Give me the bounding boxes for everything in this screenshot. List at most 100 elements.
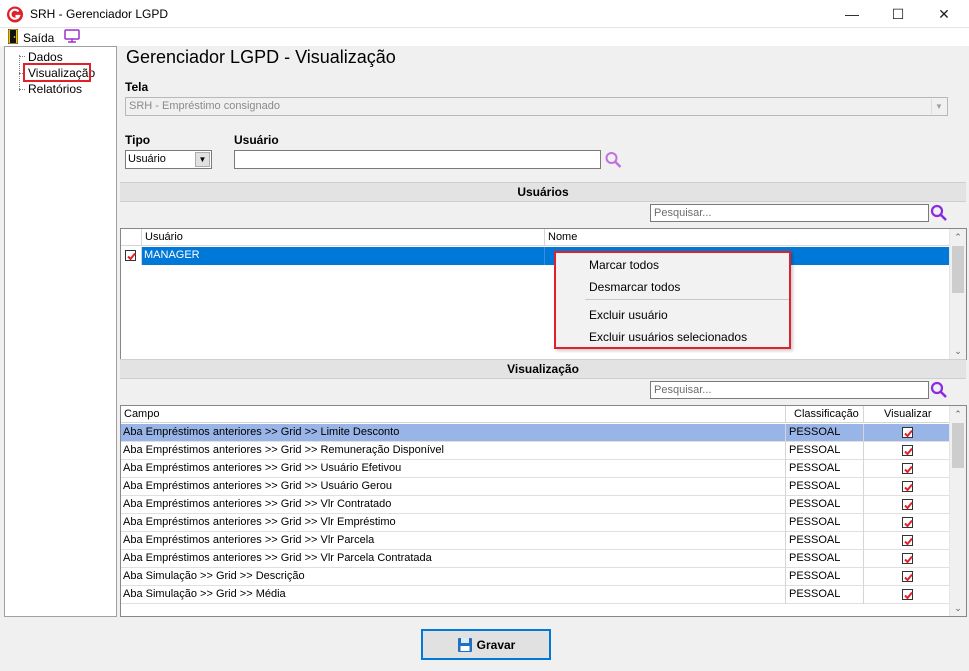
tree-item-relatorios[interactable]: Relatórios [28, 82, 82, 96]
row-visualizar-cell[interactable] [864, 478, 949, 496]
table-row[interactable]: Aba Empréstimos anteriores >> Grid >> Us… [121, 460, 949, 478]
checkbox-checked-icon[interactable] [902, 553, 913, 564]
row-campo: Aba Simulação >> Grid >> Média [121, 586, 786, 604]
tela-select[interactable]: SRH - Empréstimo consignado ▼ [125, 97, 948, 116]
window-title: SRH - Gerenciador LGPD [30, 7, 169, 21]
close-icon: ✕ [938, 5, 950, 22]
tree-connector [19, 89, 25, 90]
row-classificacao: PESSOAL [786, 478, 864, 496]
view-search-icon[interactable] [930, 381, 948, 399]
checkbox-checked-icon[interactable] [902, 589, 913, 600]
row-campo: Aba Empréstimos anteriores >> Grid >> Li… [121, 424, 786, 442]
tree-connector [19, 56, 25, 57]
floppy-disk-icon [457, 637, 472, 652]
menu-item-marcar-todos[interactable]: Marcar todos [589, 258, 659, 272]
table-row[interactable]: Aba Empréstimos anteriores >> Grid >> Li… [121, 424, 949, 442]
close-button[interactable]: ✕ [921, 0, 967, 28]
app-logo-icon [7, 6, 23, 23]
tela-select-value: SRH - Empréstimo consignado [129, 100, 281, 112]
row-visualizar-cell[interactable] [864, 532, 949, 550]
checkbox-checked-icon[interactable] [125, 250, 136, 261]
users-search-icon[interactable] [930, 204, 948, 222]
maximize-button[interactable]: ☐ [875, 0, 921, 28]
menu-item-desmarcar-todos[interactable]: Desmarcar todos [589, 280, 680, 294]
usuario-search-icon[interactable] [604, 151, 623, 169]
users-search-input[interactable]: Pesquisar... [650, 204, 929, 222]
users-scrollbar[interactable]: ⌃ ⌄ [949, 229, 966, 359]
table-row[interactable]: Aba Empréstimos anteriores >> Grid >> Us… [121, 478, 949, 496]
table-row[interactable]: Aba Simulação >> Grid >> Descrição PESSOA… [121, 568, 949, 586]
users-grid-header: Usuário Nome [121, 229, 950, 246]
table-row[interactable]: Aba Empréstimos anteriores >> Grid >> Vl… [121, 496, 949, 514]
row-visualizar-cell[interactable] [864, 496, 949, 514]
row-visualizar-cell[interactable] [864, 568, 949, 586]
selection-highlight [23, 63, 91, 82]
menu-item-excluir-selecionados[interactable]: Excluir usuários selecionados [589, 330, 747, 344]
users-section-header: Usuários [120, 182, 966, 202]
row-campo: Aba Empréstimos anteriores >> Grid >> Vl… [121, 532, 786, 550]
row-classificacao: PESSOAL [786, 442, 864, 460]
checkbox-checked-icon[interactable] [902, 445, 913, 456]
view-col-campo[interactable]: Campo [121, 406, 786, 423]
menu-exit[interactable]: Saída [23, 31, 54, 45]
view-grid-header: Campo Classificação Visualizar [121, 406, 950, 423]
users-col-usuario[interactable]: Usuário [142, 229, 545, 246]
row-visualizar-cell[interactable] [864, 586, 949, 604]
table-row[interactable]: Aba Simulação >> Grid >> Média PESSOAL [121, 586, 949, 604]
tipo-label: Tipo [125, 133, 151, 147]
menu-item-excluir-usuario[interactable]: Excluir usuário [589, 308, 668, 322]
checkbox-checked-icon[interactable] [902, 481, 913, 492]
view-grid: Campo Classificação Visualizar Aba Empré… [120, 405, 967, 617]
row-classificacao: PESSOAL [786, 586, 864, 604]
checkbox-checked-icon[interactable] [902, 535, 913, 546]
scroll-thumb[interactable] [952, 423, 964, 468]
checkbox-checked-icon[interactable] [902, 427, 913, 438]
save-button[interactable]: Gravar [421, 629, 551, 660]
table-row[interactable]: Aba Empréstimos anteriores >> Grid >> Re… [121, 442, 949, 460]
scroll-up-icon[interactable]: ⌃ [950, 229, 966, 245]
users-grid: Usuário Nome MANAGER ⌃ ⌄ [120, 228, 967, 360]
row-classificacao: PESSOAL [786, 514, 864, 532]
chevron-down-icon: ▼ [931, 99, 946, 114]
navigation-tree [4, 46, 117, 617]
usuario-input[interactable] [234, 150, 601, 169]
scroll-up-icon[interactable]: ⌃ [950, 406, 966, 422]
row-visualizar-cell[interactable] [864, 442, 949, 460]
minimize-button[interactable]: — [829, 0, 875, 28]
row-visualizar-cell[interactable] [864, 424, 949, 442]
monitor-icon[interactable] [64, 29, 80, 43]
view-search-input[interactable]: Pesquisar... [650, 381, 929, 399]
table-row[interactable]: Aba Empréstimos anteriores >> Grid >> Vl… [121, 550, 949, 568]
row-campo: Aba Empréstimos anteriores >> Grid >> Us… [121, 478, 786, 496]
scroll-thumb[interactable] [952, 246, 964, 293]
scroll-down-icon[interactable]: ⌄ [950, 600, 966, 616]
row-classificacao: PESSOAL [786, 424, 864, 442]
row-campo: Aba Simulação >> Grid >> Descrição [121, 568, 786, 586]
tree-item-dados[interactable]: Dados [28, 50, 63, 64]
checkbox-checked-icon[interactable] [902, 463, 913, 474]
row-classificacao: PESSOAL [786, 550, 864, 568]
scroll-down-icon[interactable]: ⌄ [950, 343, 966, 359]
tipo-select[interactable]: Usuário ▼ [125, 150, 212, 169]
table-row[interactable]: MANAGER [121, 247, 949, 265]
menu-bar [0, 28, 969, 46]
table-row[interactable]: Aba Empréstimos anteriores >> Grid >> Vl… [121, 514, 949, 532]
row-visualizar-cell[interactable] [864, 460, 949, 478]
checkbox-checked-icon[interactable] [902, 517, 913, 528]
menu-separator [585, 299, 789, 300]
users-col-nome[interactable]: Nome [545, 229, 950, 246]
minimize-icon: — [845, 6, 859, 22]
row-visualizar-cell[interactable] [864, 550, 949, 568]
tela-label: Tela [125, 80, 149, 94]
save-button-label: Gravar [476, 637, 516, 652]
view-col-visualizar[interactable]: Visualizar [864, 406, 950, 423]
row-visualizar-cell[interactable] [864, 514, 949, 532]
row-campo: Aba Empréstimos anteriores >> Grid >> Vl… [121, 514, 786, 532]
row-campo: Aba Empréstimos anteriores >> Grid >> Vl… [121, 496, 786, 514]
view-scrollbar[interactable]: ⌃ ⌄ [949, 406, 966, 616]
row-checkbox-cell[interactable] [121, 247, 142, 265]
checkbox-checked-icon[interactable] [902, 499, 913, 510]
checkbox-checked-icon[interactable] [902, 571, 913, 582]
view-col-classificacao[interactable]: Classificação [786, 406, 864, 423]
table-row[interactable]: Aba Empréstimos anteriores >> Grid >> Vl… [121, 532, 949, 550]
